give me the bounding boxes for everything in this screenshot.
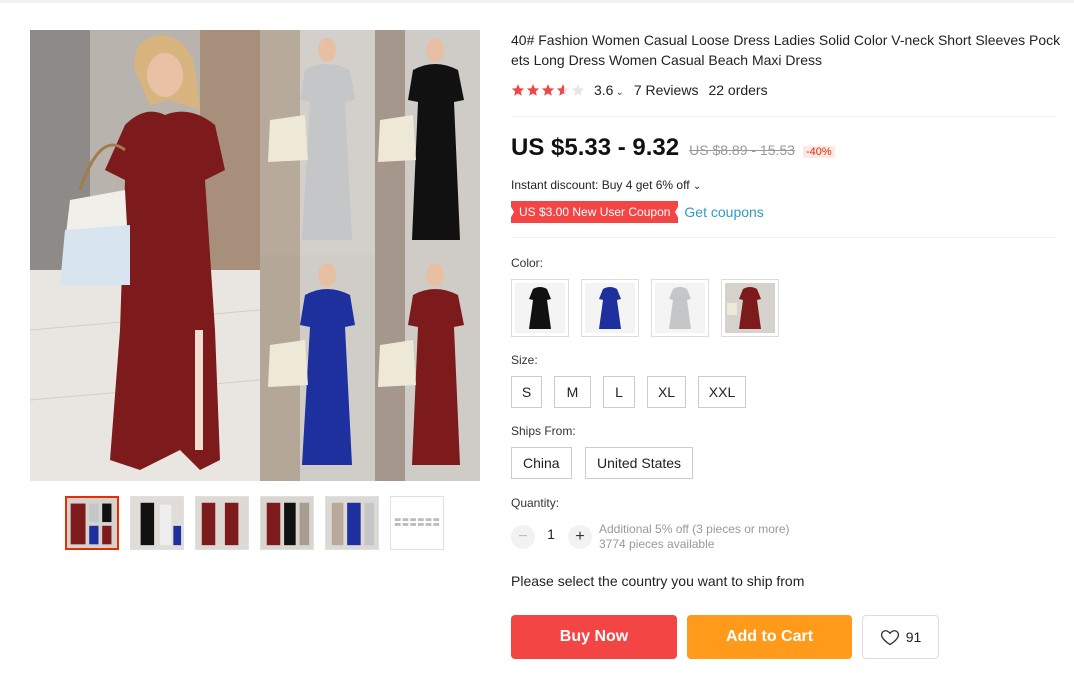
thumbnail-collage[interactable] <box>65 496 119 550</box>
star-empty-icon <box>571 83 585 97</box>
get-coupons-link[interactable]: Get coupons <box>684 204 763 220</box>
quantity-value[interactable]: 1 <box>545 526 557 542</box>
thumbnail-black-floor[interactable] <box>260 496 314 550</box>
color-label: Color: <box>511 256 544 270</box>
divider <box>511 116 1056 117</box>
rating-score[interactable]: 3.6 ⌄ <box>594 82 624 98</box>
ships-from-united-states[interactable]: United States <box>585 447 694 479</box>
size-label: Size: <box>511 353 538 367</box>
orders-count: 22 orders <box>708 82 768 98</box>
color-swatch-black[interactable] <box>511 279 569 337</box>
quantity-decrease-button[interactable]: − <box>511 525 535 549</box>
price-row: US $5.33 - 9.32 US $8.89 - 15.53 -40% <box>511 134 835 162</box>
ships-from-label: Ships From: <box>511 424 576 438</box>
thumbnail-black[interactable] <box>130 496 184 550</box>
size-option-xxl[interactable]: XXL <box>698 376 746 408</box>
main-product-image[interactable] <box>30 30 480 481</box>
product-info: 40# Fashion Women Casual Loose Dress Lad… <box>509 30 1066 659</box>
new-user-coupon[interactable]: US $3.00 New User Coupon <box>509 201 680 223</box>
product-title: 40# Fashion Women Casual Loose Dress Lad… <box>511 32 1061 68</box>
star-icon <box>541 83 555 97</box>
star-icon <box>511 83 525 97</box>
current-price: US $5.33 - 9.32 <box>511 134 680 161</box>
discount-badge: -40% <box>802 146 835 158</box>
color-swatch-gray[interactable] <box>651 279 709 337</box>
size-option-s[interactable]: S <box>511 376 542 408</box>
reviews-link[interactable]: 7 Reviews <box>634 82 699 98</box>
instant-discount[interactable]: Instant discount: Buy 4 get 6% off ⌄ <box>511 178 701 192</box>
size-option-l[interactable]: L <box>603 376 635 408</box>
ships-from-china[interactable]: China <box>511 447 572 479</box>
size-option-m[interactable]: M <box>554 376 591 408</box>
instant-discount-text: Instant discount: Buy 4 get 6% off <box>511 178 690 192</box>
shipping-message: Please select the country you want to sh… <box>511 573 805 589</box>
heart-icon <box>880 630 899 646</box>
quantity-label: Quantity: <box>511 496 560 510</box>
chevron-down-icon: ⌄ <box>615 87 624 98</box>
wishlist-count: 91 <box>905 629 922 645</box>
color-swatch-blue[interactable] <box>581 279 639 337</box>
thumbnail-size-chart[interactable] <box>390 496 444 550</box>
coupon-row: US $3.00 New User Coupon Get coupons <box>509 201 764 223</box>
divider <box>511 237 1056 238</box>
quantity-note: Additional 5% off (3 pieces or more) 377… <box>599 522 790 552</box>
buy-now-button[interactable]: Buy Now <box>511 615 677 659</box>
original-price: US $8.89 - 15.53 <box>689 142 795 158</box>
top-divider <box>0 0 1074 3</box>
add-to-cart-button[interactable]: Add to Cart <box>687 615 852 659</box>
color-swatch-burgundy[interactable] <box>721 279 779 337</box>
thumbnail-blue[interactable] <box>325 496 379 550</box>
rating-score-text: 3.6 <box>594 82 614 98</box>
size-option-xl[interactable]: XL <box>647 376 686 408</box>
star-icon <box>556 83 570 97</box>
rating-row: 3.6 ⌄ 7 Reviews 22 orders <box>511 82 768 98</box>
wishlist-button[interactable]: 91 <box>862 615 939 659</box>
rating-stars <box>511 83 586 97</box>
star-icon <box>526 83 540 97</box>
stock-available-text: 3774 pieces available <box>599 537 715 551</box>
quantity-increase-button[interactable]: + <box>568 525 592 549</box>
chevron-down-icon: ⌄ <box>692 181 702 192</box>
thumbnail-burgundy[interactable] <box>195 496 249 550</box>
bulk-discount-text: Additional 5% off (3 pieces or more) <box>599 522 790 536</box>
